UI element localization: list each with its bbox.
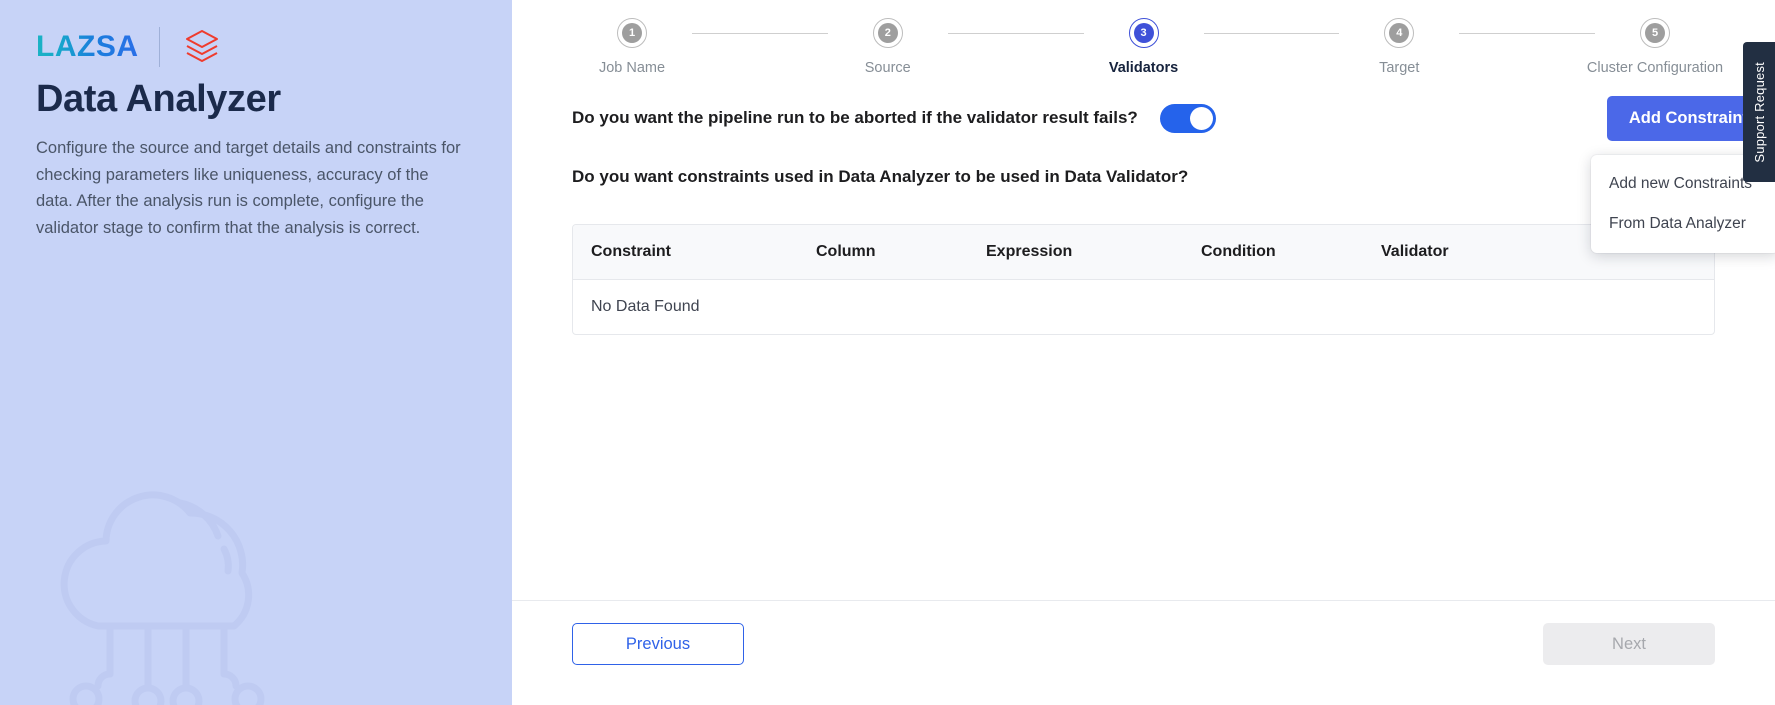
- reuse-constraints-label: Do you want constraints used in Data Ana…: [572, 167, 1189, 186]
- step-connector-4: [1459, 33, 1595, 34]
- column-header-expression: Expression: [968, 225, 1183, 280]
- reuse-constraints-row: Do you want constraints used in Data Ana…: [572, 152, 1715, 202]
- step-5-number: 5: [1645, 23, 1665, 43]
- data-analyzer-wizard: LAZSA Data Analyzer Configure the source…: [0, 0, 1775, 705]
- table-header-row: Constraint Column Expression Condition V…: [573, 225, 1714, 280]
- constraints-table: Constraint Column Expression Condition V…: [572, 224, 1715, 335]
- table-body: No Data Found: [573, 280, 1714, 335]
- step-4-label: Target: [1379, 60, 1420, 76]
- step-job-name[interactable]: 1 Job Name: [572, 18, 692, 76]
- table-head: Constraint Column Expression Condition V…: [573, 225, 1714, 280]
- menu-item-from-data-analyzer[interactable]: From Data Analyzer: [1591, 204, 1775, 244]
- wizard-footer: Previous Next: [512, 600, 1775, 705]
- step-5-label: Cluster Configuration: [1586, 60, 1724, 76]
- step-1-number: 1: [622, 23, 642, 43]
- step-3-ring: 3: [1128, 18, 1159, 48]
- abort-on-fail-label: Do you want the pipeline run to be abort…: [572, 108, 1138, 127]
- column-header-constraint: Constraint: [573, 225, 798, 280]
- brand-divider: [158, 27, 160, 67]
- toggle-knob: [1189, 106, 1213, 130]
- brand-logo: LAZSA: [0, 0, 512, 67]
- cloud-nodes-icon: [60, 491, 265, 705]
- main-panel: 1 Job Name 2 Source 3 Validators 4 Targe…: [512, 0, 1775, 705]
- page-title: Data Analyzer: [36, 78, 281, 120]
- step-3-label: Validators: [1108, 60, 1179, 76]
- step-5-ring: 5: [1640, 18, 1670, 48]
- abort-on-fail-row: Do you want the pipeline run to be abort…: [572, 92, 1715, 144]
- step-2-label: Source: [864, 60, 911, 76]
- step-connector-3: [1203, 33, 1340, 34]
- next-button[interactable]: Next: [1543, 623, 1715, 665]
- support-request-label: Support Request: [1751, 61, 1767, 163]
- page-description: Configure the source and target details …: [36, 139, 461, 238]
- constraints-table-element: Constraint Column Expression Condition V…: [573, 225, 1714, 334]
- step-1-label: Job Name: [598, 60, 666, 76]
- column-header-column: Column: [798, 225, 968, 280]
- step-connector-2: [947, 33, 1084, 34]
- empty-state-message: No Data Found: [591, 298, 700, 315]
- previous-button[interactable]: Previous: [572, 623, 744, 665]
- wizard-stepper: 1 Job Name 2 Source 3 Validators 4 Targe…: [512, 0, 1775, 92]
- step-validators[interactable]: 3 Validators: [1084, 18, 1204, 76]
- step-4-ring: 4: [1384, 18, 1415, 48]
- column-header-condition: Condition: [1183, 225, 1363, 280]
- step-2-ring: 2: [872, 18, 903, 48]
- step-2-number: 2: [877, 23, 898, 43]
- sidebar: LAZSA Data Analyzer Configure the source…: [0, 0, 512, 705]
- step-1-ring: 1: [617, 18, 647, 48]
- step-cluster-configuration[interactable]: 5 Cluster Configuration: [1587, 18, 1723, 76]
- table-row: No Data Found: [573, 280, 1714, 335]
- validators-body: Do you want the pipeline run to be abort…: [512, 92, 1775, 600]
- step-source[interactable]: 2 Source: [828, 18, 948, 76]
- step-3-number: 3: [1133, 23, 1154, 43]
- step-target[interactable]: 4 Target: [1339, 18, 1459, 76]
- brand-wordmark: LAZSA: [36, 30, 139, 63]
- step-connector-1: [692, 33, 828, 34]
- step-4-number: 4: [1389, 23, 1410, 43]
- stacked-layers-icon: [185, 30, 218, 62]
- abort-on-fail-toggle[interactable]: [1159, 103, 1216, 133]
- support-request-tab[interactable]: Support Request: [1743, 42, 1775, 182]
